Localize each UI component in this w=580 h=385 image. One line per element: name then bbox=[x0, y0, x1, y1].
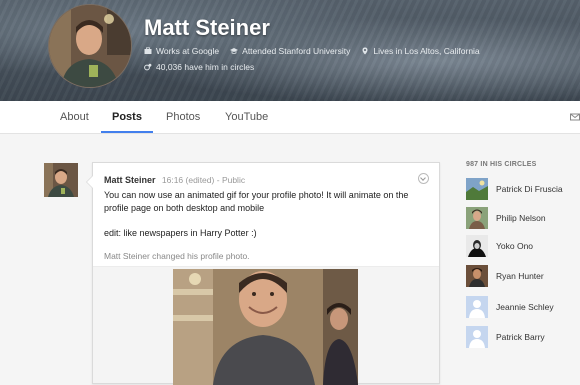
post-author-avatar[interactable] bbox=[44, 163, 78, 197]
mail-icon[interactable] bbox=[570, 112, 580, 122]
tab-about[interactable]: About bbox=[60, 101, 89, 133]
tab-posts[interactable]: Posts bbox=[101, 101, 153, 133]
circles-section-title: 987 IN HIS CIRCLES bbox=[466, 161, 537, 168]
briefcase-icon bbox=[144, 47, 152, 54]
person-name: Jeannie Schley bbox=[496, 302, 554, 312]
person-avatar bbox=[466, 207, 488, 229]
post-card: Matt Steiner 16:16 (edited) - Public You… bbox=[86, 162, 440, 385]
location-pin-icon bbox=[362, 47, 368, 55]
post-edit-text: edit: like newspapers in Harry Potter :) bbox=[104, 228, 257, 238]
circle-person[interactable]: Ryan Hunter bbox=[466, 265, 544, 287]
shared-photo-area bbox=[93, 267, 439, 385]
work-info: Works at Google bbox=[144, 46, 219, 56]
post-text: You can now use an animated gif for your… bbox=[104, 190, 409, 213]
circle-person[interactable]: Philip Nelson bbox=[466, 207, 546, 229]
circles-info[interactable]: 40,036 have him in circles bbox=[144, 62, 254, 72]
person-name: Philip Nelson bbox=[496, 213, 546, 223]
tab-youtube[interactable]: YouTube bbox=[225, 101, 268, 133]
post-activity: Matt Steiner changed his profile photo. bbox=[104, 251, 250, 261]
school-info: Attended Stanford University bbox=[230, 46, 350, 56]
profile-meta: Works at Google Attended Stanford Univer… bbox=[144, 46, 480, 56]
profile-name: Matt Steiner bbox=[144, 15, 270, 40]
graduation-cap-icon bbox=[230, 48, 239, 54]
circle-person[interactable]: Jeannie Schley bbox=[466, 296, 554, 318]
post-menu-button[interactable] bbox=[418, 173, 429, 184]
work-text: Works at Google bbox=[156, 46, 220, 56]
location-info: Lives in Los Altos, California bbox=[361, 46, 480, 56]
profile-avatar[interactable] bbox=[48, 4, 132, 88]
post-time[interactable]: 16:16 (edited) bbox=[162, 175, 214, 185]
person-avatar bbox=[466, 265, 488, 287]
circle-person[interactable]: Patrick Barry bbox=[466, 326, 545, 348]
profile-tabs: About Posts Photos YouTube bbox=[0, 101, 580, 134]
post-visibility: Public bbox=[221, 175, 246, 185]
default-avatar-icon bbox=[466, 296, 488, 318]
person-name: Ryan Hunter bbox=[496, 271, 544, 281]
circle-person[interactable]: Patrick Di Fruscia bbox=[466, 178, 563, 200]
post-author-name[interactable]: Matt Steiner bbox=[104, 175, 156, 185]
person-name: Patrick Di Fruscia bbox=[496, 184, 563, 194]
person-avatar bbox=[466, 178, 488, 200]
default-avatar-icon bbox=[466, 326, 488, 348]
location-text: Lives in Los Altos, California bbox=[373, 46, 480, 56]
circles-count: 40,036 have him in circles bbox=[156, 62, 255, 72]
circles-icon bbox=[144, 63, 152, 71]
circle-person[interactable]: Yoko Ono bbox=[466, 235, 533, 257]
person-avatar bbox=[466, 235, 488, 257]
post-separator: - bbox=[216, 175, 220, 185]
tab-photos[interactable]: Photos bbox=[166, 101, 200, 133]
person-name: Yoko Ono bbox=[496, 241, 534, 251]
post-body: You can now use an animated gif for your… bbox=[104, 189, 424, 240]
school-text: Attended Stanford University bbox=[242, 46, 351, 56]
post-header: Matt Steiner 16:16 (edited) - Public bbox=[104, 175, 245, 185]
person-name: Patrick Barry bbox=[496, 332, 545, 342]
shared-profile-photo[interactable] bbox=[173, 269, 358, 385]
